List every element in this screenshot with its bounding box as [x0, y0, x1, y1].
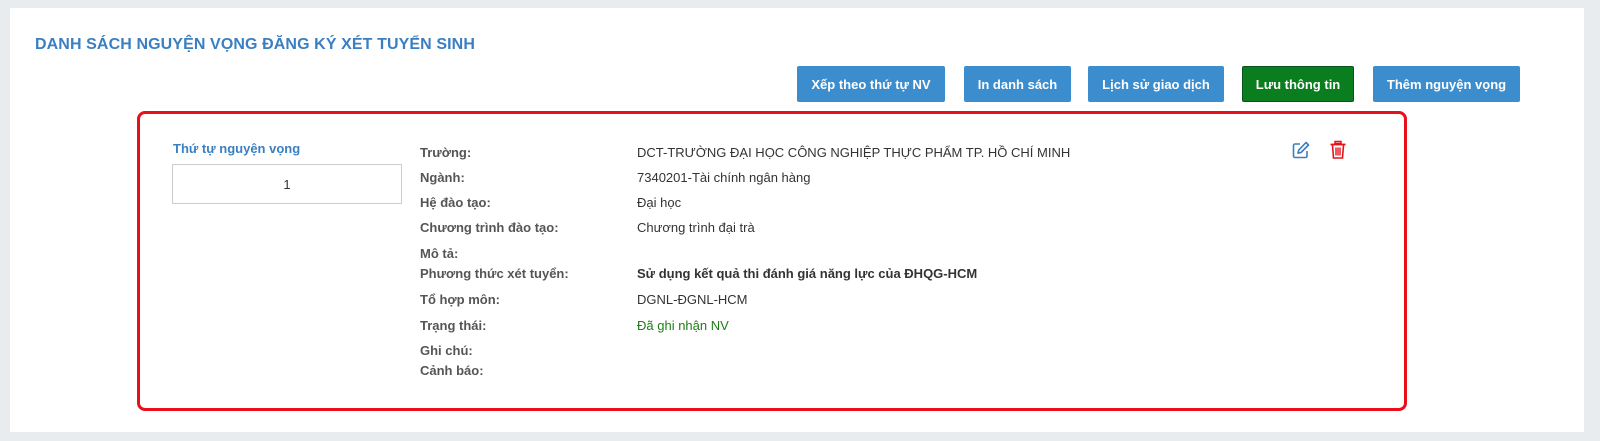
training-system-value: Đại học: [637, 195, 682, 210]
page-title: DANH SÁCH NGUYỆN VỌNG ĐĂNG KÝ XÉT TUYỂN …: [35, 36, 475, 53]
wish-order-label: Thứ tự nguyện vọng: [173, 141, 301, 156]
toolbar: Xếp theo thứ tự NV In danh sách Lịch sử …: [10, 66, 1584, 106]
sort-by-order-button[interactable]: Xếp theo thứ tự NV: [797, 66, 945, 102]
status-label: Trạng thái:: [420, 318, 487, 333]
program-label: Chương trình đào tạo:: [420, 220, 559, 235]
wish-card: Thứ tự nguyện vọng 1 Trường: DCT-TRƯỜNG …: [137, 111, 1407, 411]
subject-combo-value: DGNL-ĐGNL-HCM: [637, 292, 748, 307]
major-value: 7340201-Tài chính ngân hàng: [637, 170, 811, 185]
trash-icon[interactable]: [1327, 139, 1349, 161]
school-value: DCT-TRƯỜNG ĐẠI HỌC CÔNG NGHIỆP THỰC PHẨM…: [637, 145, 1071, 160]
program-value: Chương trình đại trà: [637, 220, 755, 235]
transaction-history-button[interactable]: Lịch sử giao dịch: [1088, 66, 1224, 102]
note-label: Ghi chú:: [420, 343, 473, 358]
add-wish-button[interactable]: Thêm nguyện vọng: [1373, 66, 1520, 102]
subject-combo-label: Tổ hợp môn:: [420, 292, 500, 307]
warning-label: Cảnh báo:: [420, 363, 484, 378]
training-system-label: Hệ đào tạo:: [420, 195, 491, 210]
save-info-button[interactable]: Lưu thông tin: [1242, 66, 1354, 102]
main-panel: DANH SÁCH NGUYỆN VỌNG ĐĂNG KÝ XÉT TUYỂN …: [10, 8, 1584, 432]
print-list-button[interactable]: In danh sách: [964, 66, 1071, 102]
description-label: Mô tả:: [420, 246, 459, 261]
school-label: Trường:: [420, 145, 472, 160]
status-value: Đã ghi nhận NV: [637, 318, 729, 333]
wish-order-input[interactable]: 1: [172, 164, 402, 204]
major-label: Ngành:: [420, 170, 465, 185]
edit-icon[interactable]: [1290, 139, 1312, 161]
admission-method-label: Phương thức xét tuyển:: [420, 266, 569, 281]
admission-method-value: Sử dụng kết quả thi đánh giá năng lực củ…: [637, 266, 978, 281]
